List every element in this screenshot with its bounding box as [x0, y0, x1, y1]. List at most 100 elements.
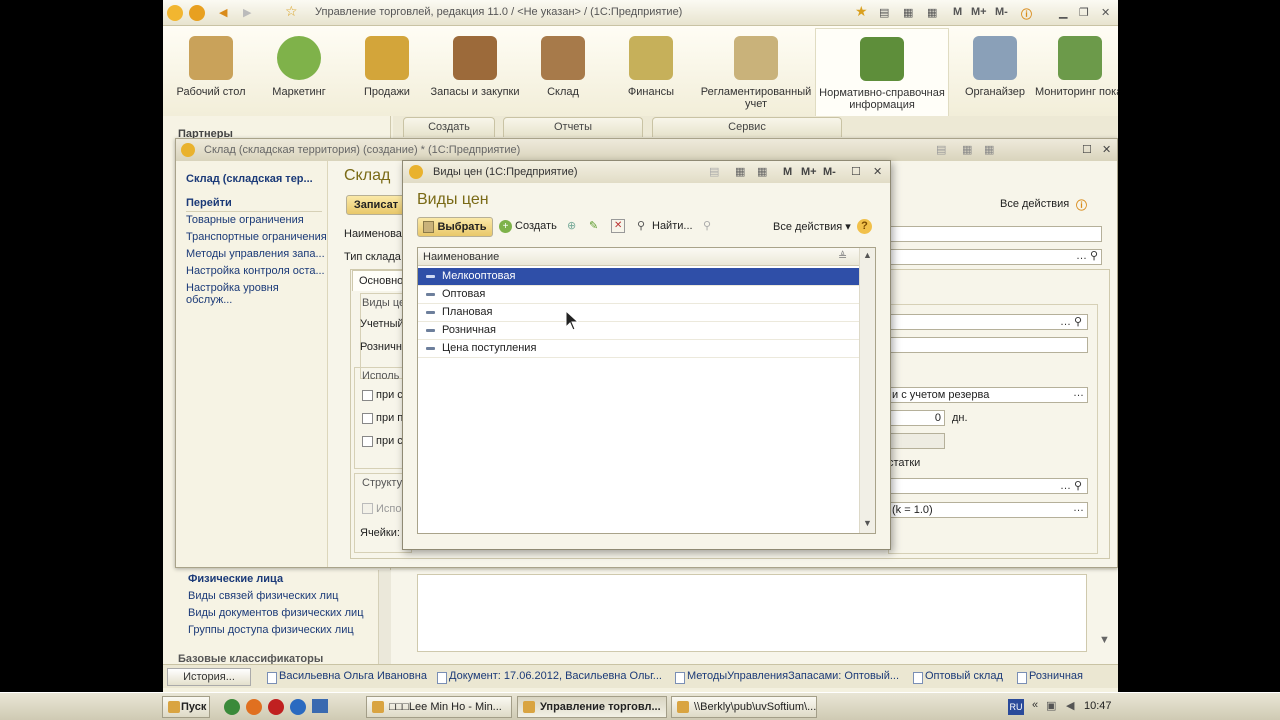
print-icon[interactable]: ▤	[709, 161, 719, 183]
accounting-price-field[interactable]	[888, 314, 1088, 330]
days-field[interactable]: 0	[888, 410, 945, 426]
tray-icon[interactable]: ▣	[1046, 699, 1056, 712]
name-field[interactable]	[888, 226, 1102, 242]
find-button[interactable]: ⚲ Найти...	[637, 220, 693, 232]
sklad-nav-item[interactable]: Товарные ограничения	[186, 214, 304, 226]
section-organizer[interactable]: Органайзер	[945, 36, 1045, 98]
table-row[interactable]: Плановая	[418, 304, 859, 322]
section-marketing[interactable]: Маркетинг	[249, 36, 349, 98]
save-button[interactable]: Записат	[346, 195, 406, 215]
type-field[interactable]	[888, 249, 1102, 265]
structure-field[interactable]	[888, 478, 1088, 494]
restore-icon[interactable]: ❐	[1079, 6, 1089, 19]
close-icon[interactable]: ✕	[873, 161, 882, 183]
1c-logo-icon[interactable]	[167, 5, 183, 21]
all-actions-menu[interactable]: Все действия ▾	[773, 220, 851, 233]
star-icon[interactable]: ★	[855, 3, 868, 20]
minimize-icon[interactable]: ▁	[1059, 6, 1067, 19]
list-icon[interactable]: ▦	[735, 161, 745, 183]
edit-icon[interactable]: ✎	[589, 219, 598, 232]
calendar-icon[interactable]: ▦	[927, 6, 937, 19]
select-icon[interactable]: …	[1073, 502, 1084, 514]
help-icon[interactable]: ?	[857, 219, 872, 234]
checkbox[interactable]	[362, 503, 373, 514]
close-icon[interactable]: ✕	[1101, 6, 1110, 19]
desktop-icon[interactable]	[312, 699, 328, 713]
section-stocks[interactable]: Запасы и закупки	[425, 36, 525, 98]
copy-icon[interactable]: ⊕	[567, 219, 576, 232]
memory-m-button[interactable]: M	[783, 161, 792, 183]
column-header-name[interactable]: Наименование ≜	[418, 248, 859, 266]
memory-plus-button[interactable]: M+	[801, 161, 817, 183]
calendar-icon[interactable]: ▦	[757, 161, 767, 183]
select-icon[interactable]: … ⚲	[1060, 479, 1082, 492]
section-finance[interactable]: Финансы	[601, 36, 701, 98]
taskbar-task[interactable]: Управление торговл...	[517, 696, 667, 718]
start-button[interactable]: Пуск	[162, 696, 210, 718]
status-link[interactable]: МетодыУправленияЗапасами: Оптовый...	[673, 669, 899, 686]
select-icon[interactable]: …	[1073, 387, 1084, 399]
calendar-icon[interactable]: ▦	[984, 139, 994, 161]
status-link[interactable]: Васильевна Ольга Ивановна	[265, 669, 427, 686]
sklad-nav-item[interactable]: Настройка уровня обслуж...	[186, 282, 327, 306]
retail-price-field[interactable]	[888, 337, 1088, 353]
taskbar-task[interactable]: \\Berkly\pub\uvSoftium\...	[671, 696, 817, 718]
scroll-down-icon[interactable]: ▼	[1099, 634, 1110, 646]
left-nav-item[interactable]: Виды связей физических лиц	[188, 590, 338, 602]
volume-icon[interactable]: ◀	[1066, 699, 1074, 712]
opera-icon[interactable]	[268, 699, 284, 715]
left-nav-scrollbar[interactable]	[378, 570, 392, 664]
delete-icon[interactable]: ✕	[611, 219, 626, 233]
back-icon[interactable]: ◀	[219, 6, 227, 19]
left-nav-item[interactable]: Группы доступа физических лиц	[188, 624, 354, 636]
print-icon[interactable]: ▤	[879, 6, 889, 19]
sort-icon[interactable]: ≜	[838, 248, 847, 266]
sklad-nav-title[interactable]: Склад (складская тер...	[186, 173, 313, 185]
checkbox[interactable]	[362, 390, 373, 401]
table-row[interactable]: Мелкооптовая	[418, 268, 859, 286]
sklad-nav-item[interactable]: Методы управления запа...	[186, 248, 325, 260]
memory-m-button[interactable]: M	[953, 6, 962, 18]
all-actions-menu[interactable]: Все действия	[1000, 198, 1069, 210]
section-accounting[interactable]: Регламентированный учет	[699, 36, 813, 110]
close-icon[interactable]: ✕	[1102, 139, 1111, 161]
checkbox[interactable]	[362, 436, 373, 447]
left-nav-item[interactable]: Виды документов физических лиц	[188, 607, 364, 619]
favorites-icon[interactable]: ☆	[285, 3, 298, 20]
cancel-search-icon[interactable]: ⚲	[703, 219, 711, 232]
table-scrollbar[interactable]: ▲ ▼	[859, 248, 875, 533]
coef-field[interactable]: (k = 1.0)	[888, 502, 1088, 518]
select-button[interactable]: Выбрать	[417, 217, 493, 237]
left-nav-header[interactable]: Физические лица	[188, 573, 283, 585]
memory-minus-button[interactable]: M-	[823, 161, 836, 183]
scroll-up-icon[interactable]: ▲	[863, 250, 872, 260]
language-indicator[interactable]: RU	[1008, 699, 1024, 715]
tray-expand-icon[interactable]: «	[1032, 699, 1038, 711]
section-warehouse[interactable]: Склад	[513, 36, 613, 98]
memory-plus-button[interactable]: M+	[971, 6, 987, 18]
text-area[interactable]	[417, 574, 1087, 652]
checkbox[interactable]	[362, 413, 373, 424]
forward-icon[interactable]: ▶	[243, 6, 251, 19]
list-icon[interactable]: ▦	[962, 139, 972, 161]
ie-icon[interactable]	[290, 699, 306, 715]
reserve-field[interactable]: и с учетом резерва	[888, 387, 1088, 403]
table-row[interactable]: Оптовая	[418, 286, 859, 304]
sklad-nav-item[interactable]: Транспортные ограничения	[186, 231, 327, 243]
tab-create[interactable]: Создать	[403, 117, 495, 137]
status-link[interactable]: Документ: 17.06.2012, Васильевна Ольг...	[435, 669, 662, 686]
list-icon[interactable]: ▦	[903, 6, 913, 19]
tab-reports[interactable]: Отчеты	[503, 117, 643, 137]
sklad-nav-item[interactable]: Настройка контроля оста...	[186, 265, 325, 277]
select-icon[interactable]: … ⚲	[1060, 315, 1082, 328]
history-button[interactable]: История...	[167, 668, 251, 686]
status-link[interactable]: Розничная	[1015, 669, 1083, 686]
create-button[interactable]: + Создать	[499, 220, 557, 233]
status-link[interactable]: Оптовый склад	[911, 669, 1003, 686]
scroll-down-icon[interactable]: ▼	[863, 518, 872, 528]
memory-minus-button[interactable]: M-	[995, 6, 1008, 18]
firefox-icon[interactable]	[246, 699, 262, 715]
table-row[interactable]: Цена поступления	[418, 340, 859, 358]
section-reference[interactable]: Нормативно-справочная информация	[815, 28, 949, 120]
tab-service[interactable]: Сервис	[652, 117, 842, 137]
